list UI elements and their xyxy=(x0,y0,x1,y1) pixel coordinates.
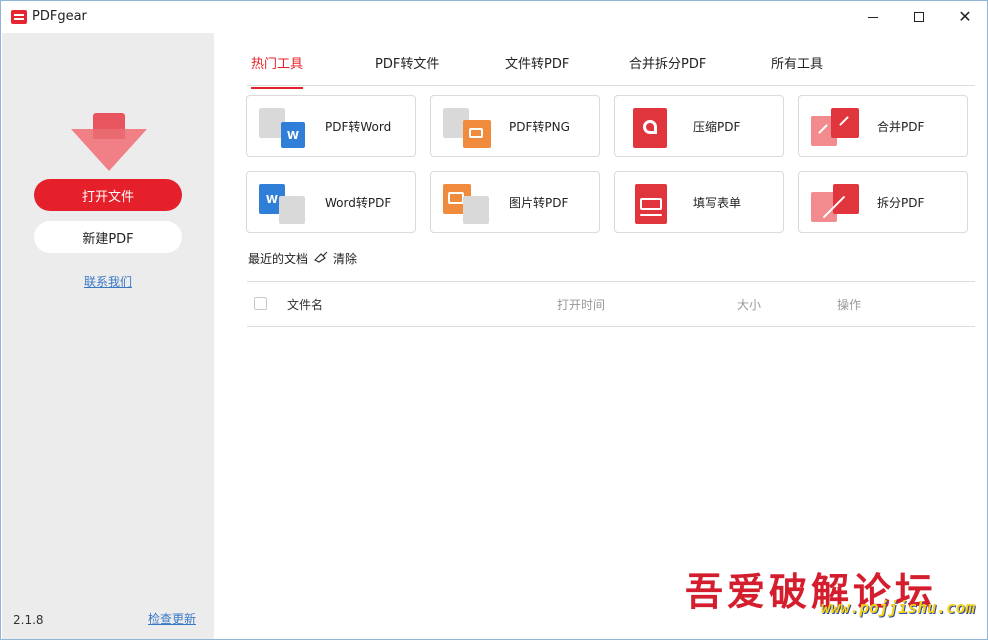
check-update-link[interactable]: 检查更新 xyxy=(148,610,196,627)
sidebar: 打开文件 新建PDF 联系我们 2.1.8 检查更新 xyxy=(2,33,214,639)
tool-card-image-to-pdf[interactable]: 图片转PDF xyxy=(430,171,600,233)
tool-label: 填写表单 xyxy=(693,195,742,210)
tab-merge-split-pdf[interactable]: 合并拆分PDF xyxy=(629,53,706,83)
pdf-to-word-icon: W xyxy=(259,108,309,148)
app-window: PDFgear ✕ 打开文件 新建PDF 联系我们 2.1.8 检查更新 热门工… xyxy=(0,0,988,640)
column-size[interactable]: 大小 xyxy=(737,296,761,313)
tool-card-merge-pdf[interactable]: 合并PDF xyxy=(798,95,968,157)
tool-card-compress-pdf[interactable]: 压缩PDF xyxy=(614,95,784,157)
tool-card-pdf-to-word[interactable]: W PDF转Word xyxy=(246,95,416,157)
pdf-to-png-icon xyxy=(443,108,493,148)
maximize-icon xyxy=(914,12,924,22)
tool-label: Word转PDF xyxy=(325,195,392,210)
tab-file-to-pdf[interactable]: 文件转PDF xyxy=(505,53,569,83)
watermark: 吾爱破解论坛 www.pojjishu.com xyxy=(685,561,981,631)
version-label: 2.1.8 xyxy=(13,613,44,627)
minimize-icon xyxy=(868,16,878,18)
tool-label: 压缩PDF xyxy=(693,119,741,134)
open-file-button[interactable]: 打开文件 xyxy=(34,179,182,211)
maximize-button[interactable] xyxy=(896,1,942,33)
tab-all-tools[interactable]: 所有工具 xyxy=(771,53,823,83)
tool-label: 图片转PDF xyxy=(509,195,569,210)
word-to-pdf-icon: W xyxy=(259,184,309,224)
recent-documents-title: 最近的文档 xyxy=(248,252,309,266)
column-open-time[interactable]: 打开时间 xyxy=(557,296,605,313)
minimize-button[interactable] xyxy=(850,1,896,33)
tool-card-pdf-to-png[interactable]: PDF转PNG xyxy=(430,95,600,157)
column-file-name[interactable]: 文件名 xyxy=(287,296,323,313)
title-bar: PDFgear ✕ xyxy=(1,1,987,33)
clear-button[interactable]: 清除 xyxy=(333,250,357,267)
image-to-pdf-icon xyxy=(443,184,493,224)
tool-label: 拆分PDF xyxy=(877,195,925,210)
close-button[interactable]: ✕ xyxy=(942,1,988,33)
fill-form-icon xyxy=(627,184,677,224)
tool-label: 合并PDF xyxy=(877,119,925,134)
pdfgear-logo-icon xyxy=(11,10,27,24)
broom-icon[interactable] xyxy=(314,251,328,263)
download-arrow-icon xyxy=(71,113,147,171)
tool-tabs: 热门工具 PDF转文件 文件转PDF 合并拆分PDF 所有工具 xyxy=(247,53,975,89)
tool-card-split-pdf[interactable]: 拆分PDF xyxy=(798,171,968,233)
watermark-url: www.pojjishu.com xyxy=(820,598,975,617)
select-all-checkbox[interactable] xyxy=(254,297,267,310)
tab-hot-tools[interactable]: 热门工具 xyxy=(251,53,304,89)
tool-card-word-to-pdf[interactable]: W Word转PDF xyxy=(246,171,416,233)
tool-card-fill-form[interactable]: 填写表单 xyxy=(614,171,784,233)
merge-pdf-icon xyxy=(811,108,861,148)
tool-label: PDF转Word xyxy=(325,119,392,134)
split-pdf-icon xyxy=(811,184,861,224)
compress-pdf-icon xyxy=(627,108,677,148)
new-pdf-button[interactable]: 新建PDF xyxy=(34,221,182,253)
recent-table-header: 文件名 打开时间 大小 操作 xyxy=(247,282,975,327)
column-action: 操作 xyxy=(837,298,862,312)
close-icon: ✕ xyxy=(958,7,972,26)
contact-us-link[interactable]: 联系我们 xyxy=(2,273,214,290)
tool-label: PDF转PNG xyxy=(509,119,570,134)
tab-pdf-to-file[interactable]: PDF转文件 xyxy=(375,53,439,83)
app-title: PDFgear xyxy=(32,9,87,24)
